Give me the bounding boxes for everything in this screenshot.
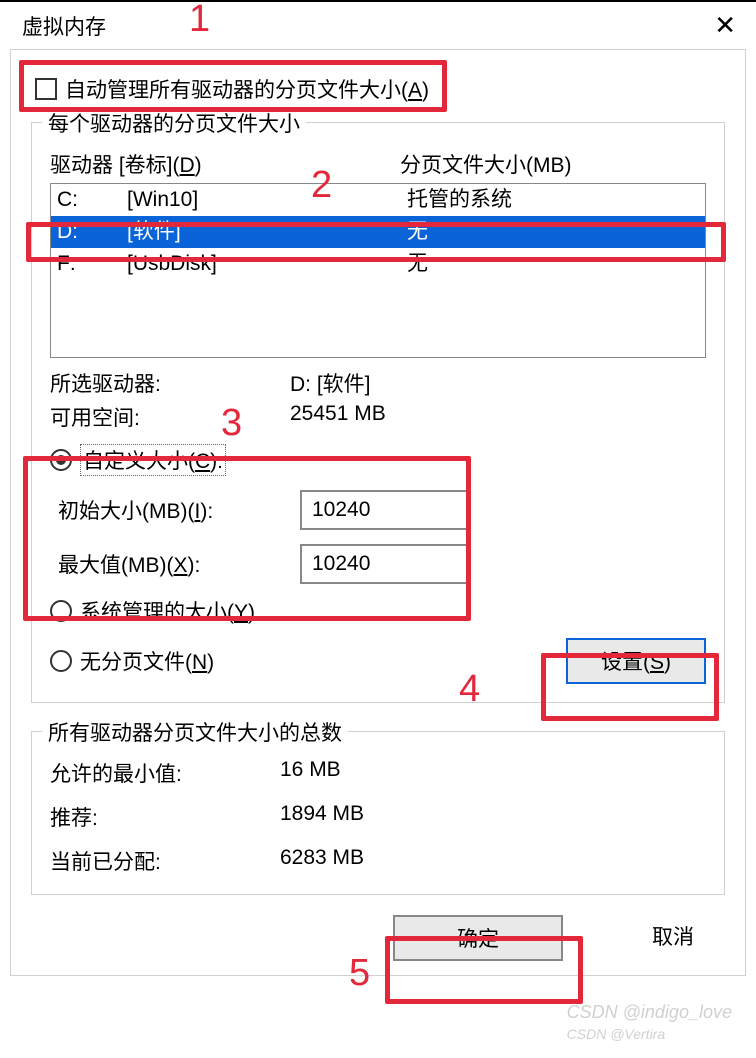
radio-system[interactable] — [50, 600, 72, 622]
current-alloc-label: 当前已分配: — [50, 846, 280, 876]
max-size-label: 最大值(MB)(X): — [50, 549, 300, 579]
radio-custom[interactable] — [50, 449, 72, 471]
min-allowed-value: 16 MB — [280, 758, 706, 788]
window-title: 虚拟内存 — [22, 11, 106, 41]
auto-manage-checkbox[interactable] — [35, 78, 57, 100]
initial-size-input[interactable] — [300, 490, 470, 530]
recommended-label: 推荐: — [50, 802, 280, 832]
selected-drive-label: 所选驱动器: — [50, 368, 290, 398]
cancel-button[interactable]: 取消 — [593, 915, 723, 961]
drive-row[interactable]: C: [Win10] 托管的系统 — [51, 184, 705, 216]
auto-manage-label: 自动管理所有驱动器的分页文件大小(A) — [65, 74, 429, 104]
radio-custom-label: 自定义大小(C): — [80, 444, 226, 476]
drive-list[interactable]: C: [Win10] 托管的系统 D: [软件] 无 F: [UsbDisk] … — [50, 183, 706, 358]
max-size-input[interactable] — [300, 544, 470, 584]
totals-group-title: 所有驱动器分页文件大小的总数 — [42, 717, 348, 747]
recommended-value: 1894 MB — [280, 802, 706, 832]
selected-drive-value: D: [软件] — [290, 368, 706, 398]
drive-row-selected[interactable]: D: [软件] 无 — [51, 216, 705, 248]
auto-manage-checkbox-row[interactable]: 自动管理所有驱动器的分页文件大小(A) — [31, 68, 725, 110]
radio-system-row[interactable]: 系统管理的大小(Y) — [50, 596, 706, 626]
per-drive-group-title: 每个驱动器的分页文件大小 — [42, 108, 306, 138]
drive-header-right: 分页文件大小(MB) — [400, 149, 706, 179]
radio-none-row[interactable]: 无分页文件(N) — [50, 646, 214, 676]
initial-size-label: 初始大小(MB)(I): — [50, 495, 300, 525]
drive-row[interactable]: F: [UsbDisk] 无 — [51, 248, 705, 280]
radio-custom-row[interactable]: 自定义大小(C): — [50, 444, 706, 476]
drive-header-left: 驱动器 [卷标](D) — [50, 149, 400, 179]
radio-none[interactable] — [50, 650, 72, 672]
set-button[interactable]: 设置(S) — [566, 638, 706, 684]
radio-none-label: 无分页文件(N) — [80, 646, 214, 676]
min-allowed-label: 允许的最小值: — [50, 758, 280, 788]
totals-groupbox: 所有驱动器分页文件大小的总数 允许的最小值: 16 MB 推荐: 1894 MB… — [31, 731, 725, 895]
watermark: CSDN @indigo_love CSDN @Vertira — [567, 1002, 732, 1044]
close-icon[interactable]: ✕ — [708, 10, 742, 41]
ok-button[interactable]: 确定 — [393, 915, 563, 961]
per-drive-groupbox: 每个驱动器的分页文件大小 驱动器 [卷标](D) 分页文件大小(MB) C: [… — [31, 122, 725, 703]
free-space-value: 25451 MB — [290, 402, 706, 432]
radio-system-label: 系统管理的大小(Y) — [80, 596, 255, 626]
free-space-label: 可用空间: — [50, 402, 290, 432]
current-alloc-value: 6283 MB — [280, 846, 706, 876]
